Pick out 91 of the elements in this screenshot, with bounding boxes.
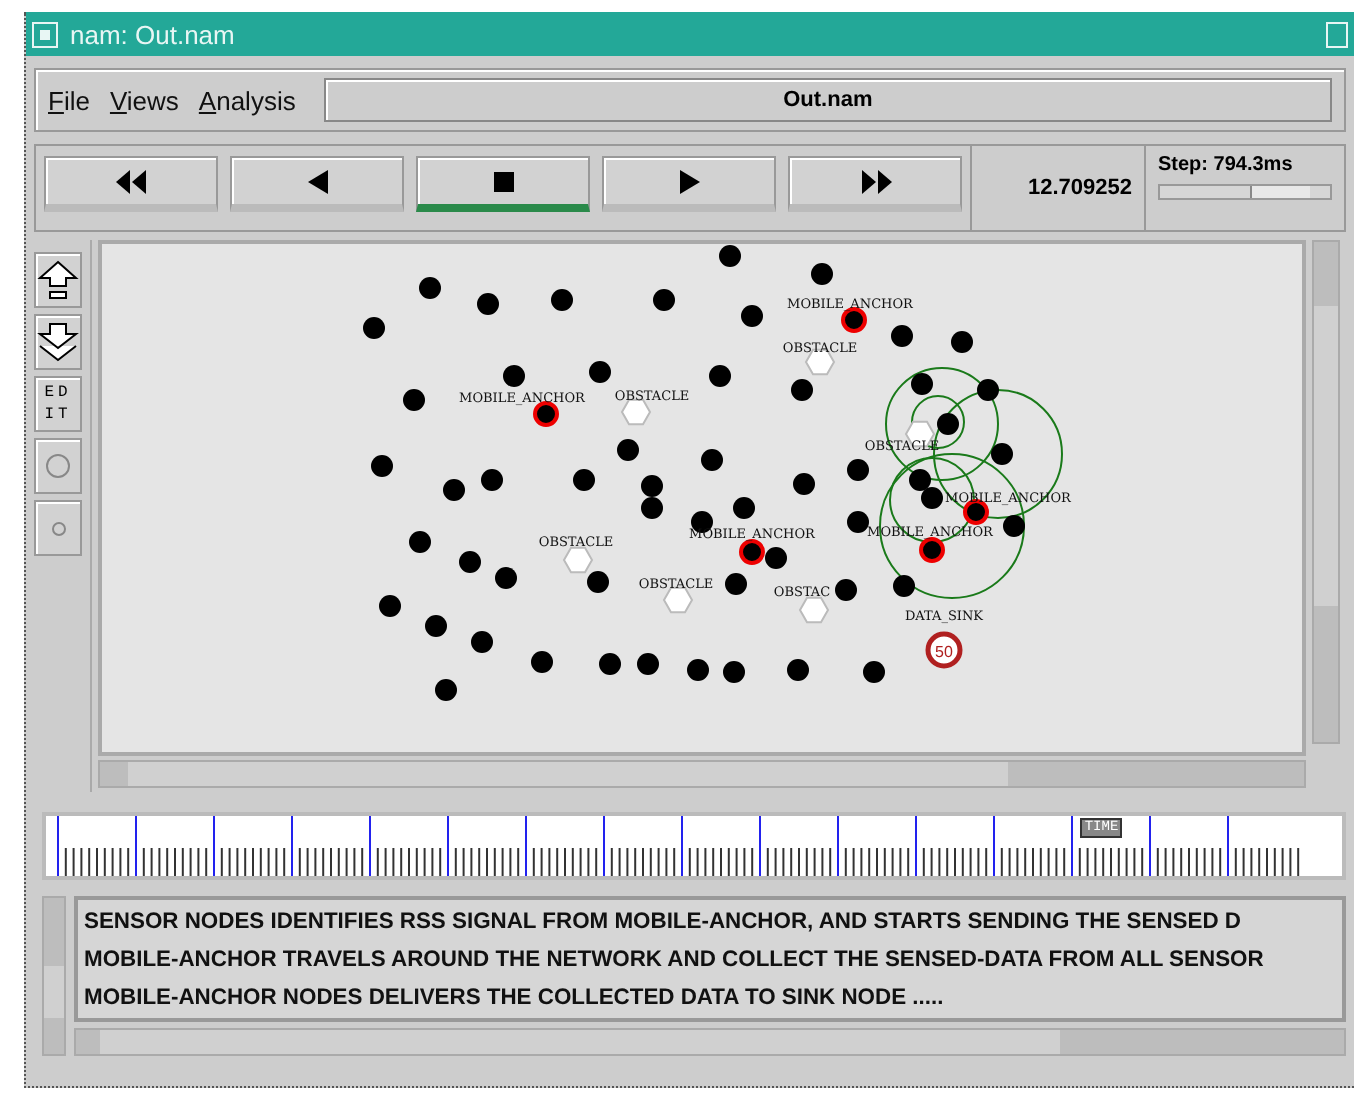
sensor-node: [811, 263, 833, 285]
vertical-scrollbar[interactable]: [1312, 240, 1340, 744]
rewind-icon: [113, 167, 149, 195]
zoom-out-button[interactable]: [34, 314, 82, 370]
sensor-node: [471, 631, 493, 653]
sensor-node: [637, 653, 659, 675]
horizontal-scrollbar[interactable]: [74, 1028, 1346, 1056]
sensor-node: [551, 289, 573, 311]
sensor-node: [719, 245, 741, 267]
maximize-icon[interactable]: [1326, 21, 1348, 47]
edit-button[interactable]: EDIT: [34, 376, 82, 432]
sensor-node: [791, 379, 813, 401]
obstacle-node: [662, 586, 694, 614]
log-line: MOBILE-ANCHOR NODES DELIVERS THE COLLECTED DATA TO SINK NODE .....: [84, 984, 946, 1014]
anchor-node: [919, 537, 945, 563]
sensor-node: [911, 373, 933, 395]
window-title: nam: Out.nam: [70, 19, 237, 49]
sensor-node: [787, 659, 809, 681]
sensor-node: [951, 331, 973, 353]
vertical-scrollbar[interactable]: [42, 896, 66, 1056]
sensor-node: [477, 293, 499, 315]
step-label: Step: 794.3ms: [1158, 154, 1295, 176]
stop-button[interactable]: [416, 156, 590, 212]
sensor-node: [977, 379, 999, 401]
sensor-node: [531, 651, 553, 673]
sensor-node: [847, 459, 869, 481]
sensor-node: [379, 595, 401, 617]
sensor-node: [435, 679, 457, 701]
sensor-node: [617, 439, 639, 461]
sink-node: 50: [925, 631, 963, 669]
circle-large-button[interactable]: [34, 438, 82, 494]
obstacle-node: [798, 596, 830, 624]
menu-item[interactable]: Analysis: [198, 85, 296, 115]
sensor-node: [641, 497, 663, 519]
sensor-node: [891, 325, 913, 347]
sensor-node: [835, 579, 857, 601]
menu-item[interactable]: Views: [109, 85, 179, 115]
sensor-node: [741, 305, 763, 327]
play-button[interactable]: [602, 156, 776, 212]
sensor-node: [765, 547, 787, 569]
anchor-node: [533, 401, 559, 427]
sensor-node: [495, 567, 517, 589]
obstacle-node: [620, 398, 652, 426]
back-button[interactable]: [230, 156, 404, 212]
log-line: SENSOR NODES IDENTIFIES RSS SIGNAL FROM MOBILE-ANCHOR, AND STARTS SENDING THE SENSED D: [84, 908, 1243, 938]
sensor-node: [893, 575, 915, 597]
step-slider[interactable]: [1158, 184, 1332, 200]
circle-small-button[interactable]: [34, 500, 82, 556]
anchor-node: [739, 539, 765, 565]
file-name-field: Out.nam: [323, 78, 1332, 122]
rewind-button[interactable]: [44, 156, 218, 212]
sensor-node: [687, 659, 709, 681]
sensor-node: [701, 449, 723, 471]
obstacle-node: [562, 546, 594, 574]
anchor-node: [841, 307, 867, 333]
sensor-node: [425, 615, 447, 637]
sensor-node: [443, 479, 465, 501]
menu-item[interactable]: File: [48, 85, 90, 115]
window-menu-icon[interactable]: [32, 21, 58, 47]
sensor-node: [863, 661, 885, 683]
horizontal-scrollbar[interactable]: [98, 760, 1306, 788]
sensor-node: [599, 653, 621, 675]
forward-button[interactable]: [788, 156, 962, 212]
time-readout: 12.709252: [970, 146, 1146, 230]
sensor-node: [641, 475, 663, 497]
sensor-node: [725, 573, 747, 595]
sensor-node: [793, 473, 815, 495]
sensor-node: [1003, 515, 1025, 537]
sensor-node: [503, 365, 525, 387]
forward-icon: [857, 167, 893, 195]
sensor-node: [419, 277, 441, 299]
sensor-node: [481, 469, 503, 491]
sensor-node: [363, 317, 385, 339]
sensor-node: [847, 511, 869, 533]
sensor-node: [459, 551, 481, 573]
sensor-node: [587, 571, 609, 593]
sensor-node: [991, 443, 1013, 465]
sensor-node: [909, 469, 931, 491]
sensor-node: [723, 661, 745, 683]
sensor-node: [921, 487, 943, 509]
log-line: MOBILE-ANCHOR TRAVELS AROUND THE NETWORK AND COLLECT THE SENSED-DATA FROM ALL SENSOR: [84, 946, 1266, 976]
sensor-node: [409, 531, 431, 553]
sensor-node: [371, 455, 393, 477]
sensor-node: [937, 413, 959, 435]
sensor-node: [573, 469, 595, 491]
zoom-in-button[interactable]: [34, 252, 82, 308]
sensor-node: [733, 497, 755, 519]
sensor-node: [403, 389, 425, 411]
sensor-node: [589, 361, 611, 383]
sensor-node: [653, 289, 675, 311]
sensor-node: [709, 365, 731, 387]
